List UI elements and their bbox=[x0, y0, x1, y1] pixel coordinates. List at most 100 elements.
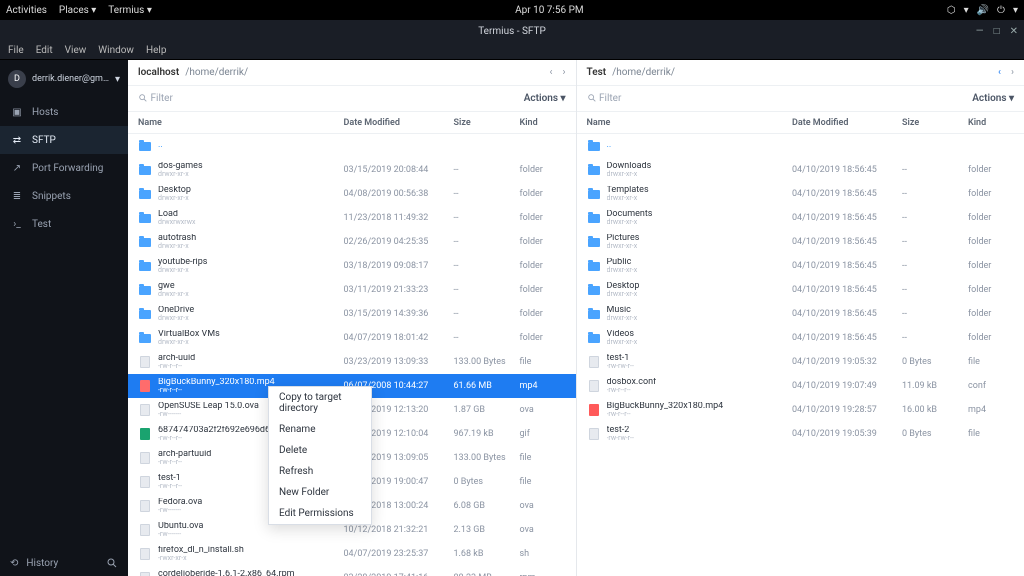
table-row[interactable]: cordelioberide-1.6.1-2.x86_64.rpm-rw-r--… bbox=[128, 566, 576, 576]
col-kind[interactable]: Kind bbox=[520, 118, 566, 128]
context-menu-item-new-folder[interactable]: New Folder bbox=[269, 482, 371, 503]
file-size: 6.08 GB bbox=[454, 501, 520, 511]
actions-menu[interactable]: Actions ▾ bbox=[524, 93, 566, 104]
file-date: 03/18/2019 09:08:17 bbox=[344, 261, 454, 271]
power-icon[interactable]: ⏻ bbox=[997, 5, 1005, 16]
file-kind: conf bbox=[968, 381, 1014, 391]
context-menu-item-delete[interactable]: Delete bbox=[269, 440, 371, 461]
titlebar: Termius - SFTP — □ ✕ bbox=[0, 20, 1024, 42]
menu-edit[interactable]: Edit bbox=[36, 45, 53, 56]
app-menu[interactable]: Termius ▾ bbox=[108, 5, 152, 16]
nav-back-button[interactable]: ‹ bbox=[998, 67, 1001, 78]
sidebar-item-port-forwarding[interactable]: ↗Port Forwarding bbox=[0, 154, 128, 182]
sidebar-item-hosts[interactable]: ▣Hosts bbox=[0, 98, 128, 126]
table-row[interactable]: Musicdrwxr-xr-x04/10/2019 18:56:45--fold… bbox=[577, 302, 1024, 326]
table-row[interactable]: dos-gamesdrwxr-xr-x03/15/2019 20:08:44--… bbox=[128, 158, 576, 182]
filter-input[interactable]: Filter bbox=[138, 93, 173, 104]
places-menu[interactable]: Places ▾ bbox=[59, 5, 96, 16]
table-row[interactable]: Documentsdrwxr-xr-x04/10/2019 18:56:45--… bbox=[577, 206, 1024, 230]
col-size[interactable]: Size bbox=[902, 118, 968, 128]
sidebar-item-label: Port Forwarding bbox=[32, 163, 103, 174]
file-kind: folder bbox=[520, 213, 566, 223]
table-row[interactable]: dosbox.conf-rw-r--r--04/10/2019 19:07:49… bbox=[577, 374, 1024, 398]
file-name: BigBuckBunny_320x180.mp4 bbox=[607, 402, 793, 411]
column-headers: Name Date Modified Size Kind bbox=[128, 112, 576, 134]
folder-icon bbox=[588, 310, 600, 319]
file-date: 03/15/2019 20:08:44 bbox=[344, 165, 454, 175]
col-name[interactable]: Name bbox=[587, 118, 793, 128]
network-icon[interactable]: ▾ bbox=[964, 5, 969, 16]
context-menu-item-copy-to-target-directory[interactable]: Copy to target directory bbox=[269, 387, 371, 419]
file-icon bbox=[140, 404, 150, 416]
col-date[interactable]: Date Modified bbox=[344, 118, 454, 128]
file-kind: folder bbox=[520, 309, 566, 319]
file-list[interactable]: ..Downloadsdrwxr-xr-x04/10/2019 18:56:45… bbox=[577, 134, 1024, 576]
table-row[interactable]: Publicdrwxr-xr-x04/10/2019 18:56:45--fol… bbox=[577, 254, 1024, 278]
table-row[interactable]: Picturesdrwxr-xr-x04/10/2019 18:56:45--f… bbox=[577, 230, 1024, 254]
table-row[interactable]: Desktopdrwxr-xr-x04/08/2019 00:56:38--fo… bbox=[128, 182, 576, 206]
file-size: 133.00 Bytes bbox=[454, 453, 520, 463]
image-file-icon bbox=[140, 428, 150, 440]
menu-view[interactable]: View bbox=[65, 45, 87, 56]
activities-button[interactable]: Activities bbox=[6, 5, 47, 16]
file-kind: folder bbox=[968, 285, 1014, 295]
remote-pane: Test /home/derrik/ ‹ › Filter Actions ▾ … bbox=[577, 60, 1024, 576]
volume-icon[interactable]: 🔊 bbox=[977, 5, 989, 16]
sidebar-item-history[interactable]: ⟲ History bbox=[0, 550, 128, 576]
minimize-button[interactable]: — bbox=[976, 26, 984, 37]
file-permissions: drwxr-xr-x bbox=[607, 291, 793, 298]
system-tray[interactable]: ⬡ ▾ 🔊 ⏻ ▾ bbox=[947, 5, 1018, 16]
menu-help[interactable]: Help bbox=[146, 45, 166, 56]
col-date[interactable]: Date Modified bbox=[792, 118, 902, 128]
file-kind: folder bbox=[968, 309, 1014, 319]
col-size[interactable]: Size bbox=[454, 118, 520, 128]
table-row[interactable]: test-2-rw-rw-r--04/10/2019 19:05:390 Byt… bbox=[577, 422, 1024, 446]
close-button[interactable]: ✕ bbox=[1010, 26, 1018, 37]
context-menu-item-edit-permissions[interactable]: Edit Permissions bbox=[269, 503, 371, 524]
table-row[interactable]: gwedrwxr-xr-x03/11/2019 21:33:23--folder bbox=[128, 278, 576, 302]
table-row[interactable]: Videosdrwxr-xr-x04/10/2019 18:56:45--fol… bbox=[577, 326, 1024, 350]
file-size: -- bbox=[454, 285, 520, 295]
file-size: -- bbox=[454, 165, 520, 175]
menu-window[interactable]: Window bbox=[98, 45, 134, 56]
actions-menu[interactable]: Actions ▾ bbox=[972, 93, 1014, 104]
account-selector[interactable]: D derrik.diener@gmail.com ▾ bbox=[0, 60, 128, 98]
file-icon bbox=[589, 356, 599, 368]
table-row[interactable]: firefox_dl_n_install.sh-rwxr-xr-x04/07/2… bbox=[128, 542, 576, 566]
pane-path: /home/derrik/ bbox=[612, 67, 675, 78]
table-row[interactable]: Loaddrwxrwxrwx11/23/2018 11:49:32--folde… bbox=[128, 206, 576, 230]
nav-forward-button[interactable]: › bbox=[1011, 67, 1014, 78]
nav-back-button[interactable]: ‹ bbox=[549, 67, 552, 78]
sidebar-item-sftp[interactable]: ⇄SFTP bbox=[0, 126, 128, 154]
sidebar-item-snippets[interactable]: ≣Snippets bbox=[0, 182, 128, 210]
file-kind: file bbox=[520, 477, 566, 487]
table-row[interactable]: Desktopdrwxr-xr-x04/10/2019 18:56:45--fo… bbox=[577, 278, 1024, 302]
col-name[interactable]: Name bbox=[138, 118, 344, 128]
search-icon[interactable] bbox=[106, 557, 118, 569]
table-row[interactable]: BigBuckBunny_320x180.mp4-rw-r--r--04/10/… bbox=[577, 398, 1024, 422]
context-menu-item-refresh[interactable]: Refresh bbox=[269, 461, 371, 482]
table-row[interactable]: youtube-ripsdrwxr-xr-x03/18/2019 09:08:1… bbox=[128, 254, 576, 278]
menu-file[interactable]: File bbox=[8, 45, 24, 56]
table-row[interactable]: .. bbox=[577, 134, 1024, 158]
terminal-icon: ›_ bbox=[10, 217, 24, 231]
nav-forward-button[interactable]: › bbox=[562, 67, 565, 78]
table-row[interactable]: OneDrivedrwxr-xr-x03/15/2019 14:39:36--f… bbox=[128, 302, 576, 326]
table-row[interactable]: .. bbox=[128, 134, 576, 158]
maximize-button[interactable]: □ bbox=[994, 26, 1000, 37]
table-row[interactable]: VirtualBox VMsdrwxr-xr-x04/07/2019 18:01… bbox=[128, 326, 576, 350]
table-row[interactable]: Templatesdrwxr-xr-x04/10/2019 18:56:45--… bbox=[577, 182, 1024, 206]
table-row[interactable]: Downloadsdrwxr-xr-x04/10/2019 18:56:45--… bbox=[577, 158, 1024, 182]
chevron-down-icon[interactable]: ▾ bbox=[1013, 5, 1018, 16]
file-size: -- bbox=[454, 237, 520, 247]
filter-input[interactable]: Filter bbox=[587, 93, 622, 104]
col-kind[interactable]: Kind bbox=[968, 118, 1014, 128]
video-file-icon bbox=[589, 404, 599, 416]
dropbox-icon[interactable]: ⬡ bbox=[947, 5, 956, 16]
context-menu-item-rename[interactable]: Rename bbox=[269, 419, 371, 440]
table-row[interactable]: arch-uuid-rw-r--r--03/23/2019 13:09:3313… bbox=[128, 350, 576, 374]
table-row[interactable]: test-1-rw-rw-r--04/10/2019 19:05:320 Byt… bbox=[577, 350, 1024, 374]
sidebar-item-test[interactable]: ›_Test bbox=[0, 210, 128, 238]
file-list[interactable]: ..dos-gamesdrwxr-xr-x03/15/2019 20:08:44… bbox=[128, 134, 576, 576]
table-row[interactable]: autotrashdrwxr-xr-x02/26/2019 04:25:35--… bbox=[128, 230, 576, 254]
